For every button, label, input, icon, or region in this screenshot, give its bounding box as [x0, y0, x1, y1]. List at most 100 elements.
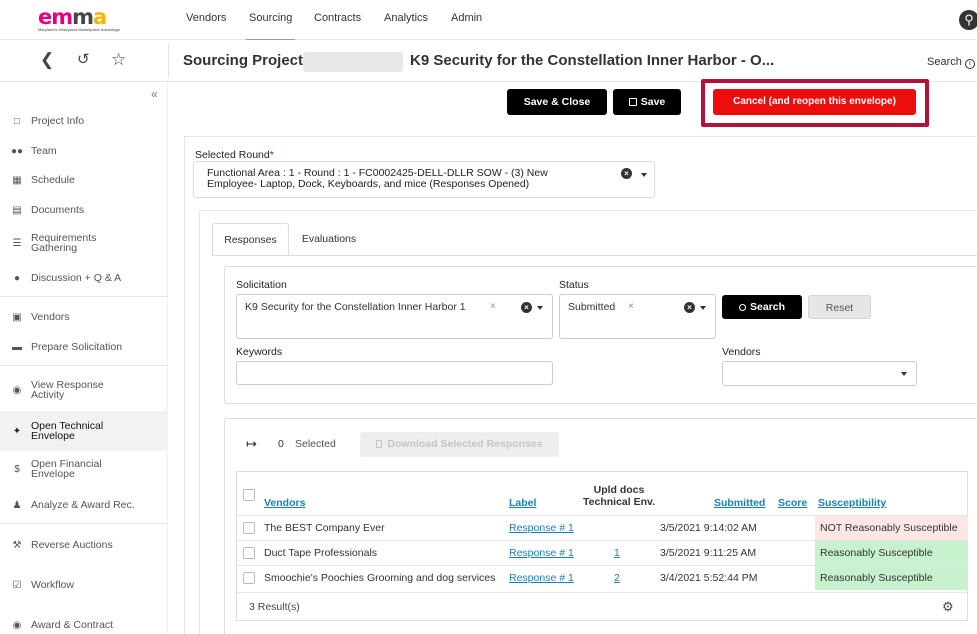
checkbox-icon: ☑ [12, 579, 22, 591]
clear-icon[interactable]: × [621, 168, 632, 179]
nav-contracts[interactable]: Contracts [314, 12, 361, 24]
document-icon: ▤ [12, 204, 22, 216]
logo-subtitle: Maryland's eMaryland Marketplace Advanta… [38, 27, 120, 32]
save-close-button[interactable]: Save & Close [507, 89, 607, 115]
sidebar-item-workflow[interactable]: ☑ Workflow [0, 576, 168, 594]
info-icon: i [964, 59, 975, 69]
sidebar-item-vendors[interactable]: ▣ Vendors [0, 308, 168, 326]
sidebar-item-open-financial-envelope[interactable]: $ Open Financial Envelope [0, 456, 168, 482]
search-link[interactable]: Search i [927, 56, 975, 69]
keywords-label: Keywords [236, 346, 283, 358]
sidebar-item-discussion[interactable]: ● Discussion + Q & A [0, 269, 168, 287]
sidebar-item-label: Project Info [31, 115, 85, 127]
col-score[interactable]: Score [778, 497, 807, 509]
response-link[interactable]: Response # 1 [509, 522, 574, 534]
submitted-date: 3/5/2021 9:14:02 AM [660, 522, 757, 534]
tab-underline [212, 255, 977, 256]
history-icon[interactable]: ↺ [77, 50, 90, 70]
table-row[interactable]: The BEST Company Ever Response # 1 3/5/2… [237, 515, 968, 540]
table-row[interactable]: Smoochie's Poochies Grooming and dog ser… [237, 565, 968, 590]
row-checkbox[interactable] [243, 522, 255, 534]
col-vendors[interactable]: Vendors [264, 497, 305, 509]
chevron-down-icon[interactable] [901, 372, 907, 376]
sidebar-item-schedule[interactable]: ▦ Schedule [0, 171, 168, 189]
team-icon: ●● [11, 145, 24, 157]
sidebar-item-team[interactable]: ●● Team [0, 142, 168, 160]
sidebar-item-label: Prepare Solicitation [31, 341, 123, 353]
divider [168, 44, 169, 78]
chevron-down-icon[interactable] [700, 306, 706, 310]
sidebar-item-documents[interactable]: ▤ Documents [0, 201, 168, 219]
vendor-name: Duct Tape Professionals [264, 547, 378, 559]
download-selected-button[interactable]: Download Selected Responses [360, 432, 559, 457]
accessibility-icon[interactable]: ⚲ [959, 10, 977, 30]
select-arrow-icon[interactable]: ↦ [246, 436, 257, 452]
binoculars-icon: ◉ [12, 384, 22, 396]
sidebar-item-label: Schedule [31, 174, 75, 186]
solicitation-select[interactable]: K9 Security for the Constellation Inner … [236, 294, 553, 339]
response-link[interactable]: Response # 1 [509, 572, 574, 584]
sidebar-item-label: Open Technical Envelope [31, 420, 104, 442]
search-icon [738, 304, 746, 311]
sidebar-item-prepare-solicitation[interactable]: ▬ Prepare Solicitation [0, 338, 168, 356]
response-link[interactable]: Response # 1 [509, 547, 574, 559]
clear-icon[interactable]: × [521, 302, 532, 313]
submitted-date: 3/4/2021 5:52:44 PM [660, 572, 758, 584]
docs-link[interactable]: 2 [614, 572, 620, 584]
back-arrow-icon[interactable]: ❮ [40, 50, 54, 70]
col-susceptibility[interactable]: Susceptibility [818, 497, 886, 509]
row-checkbox[interactable] [243, 547, 255, 559]
star-icon[interactable]: ☆ [111, 50, 126, 70]
chevron-down-icon[interactable] [537, 306, 543, 310]
sidebar-item-label: Analyze & Award Rec. [31, 499, 135, 511]
collapse-sidebar-icon[interactable]: « [151, 87, 158, 101]
selected-round-value: Functional Area : 1 - Round : 1 - FC0002… [207, 167, 548, 190]
status-select[interactable]: Submitted × × [559, 294, 716, 339]
selected-label: Selected [295, 438, 336, 450]
nav-analytics[interactable]: Analytics [384, 12, 428, 24]
status-chip: Submitted [568, 301, 616, 313]
keywords-input[interactable] [236, 361, 553, 385]
sidebar-item-view-response-activity[interactable]: ◉ View Response Activity [0, 377, 168, 403]
emma-logo[interactable]: emma Maryland's eMaryland Marketplace Ad… [38, 7, 124, 33]
nav-sourcing[interactable]: Sourcing [245, 12, 296, 40]
sidebar-item-project-info[interactable]: □ Project Info [0, 112, 168, 130]
remove-chip-icon[interactable]: × [628, 301, 634, 312]
row-checkbox[interactable] [243, 572, 255, 584]
search-button[interactable]: Search [722, 295, 802, 319]
nav-admin[interactable]: Admin [451, 12, 482, 24]
tab-responses[interactable]: Responses [212, 223, 289, 256]
sidebar-item-award-contract[interactable]: ◉ Award & Contract [0, 616, 168, 634]
table-row[interactable]: Duct Tape Professionals Response # 1 1 3… [237, 540, 968, 565]
nav-vendors[interactable]: Vendors [186, 12, 226, 24]
sidebar-item-label: Discussion + Q & A [31, 272, 122, 284]
sidebar-item-analyze-award[interactable]: ♟ Analyze & Award Rec. [0, 496, 168, 514]
selected-round-select[interactable]: Functional Area : 1 - Round : 1 - FC0002… [193, 161, 655, 198]
sidebar-item-requirements-gathering[interactable]: ☰ Requirements Gathering [0, 230, 168, 256]
chevron-down-icon[interactable] [641, 173, 647, 177]
sidebar-divider [0, 296, 168, 297]
gear-icon[interactable]: ⚙ [942, 599, 954, 615]
sidebar-item-reverse-auctions[interactable]: ⚒ Reverse Auctions [0, 536, 168, 554]
col-label[interactable]: Label [509, 497, 536, 509]
docs-link[interactable]: 1 [614, 547, 620, 559]
reset-button[interactable]: Reset [808, 295, 871, 319]
wrench-icon: ✦ [12, 425, 22, 437]
vendors-select[interactable] [722, 361, 917, 386]
col-submitted[interactable]: Submitted [714, 497, 765, 509]
select-all-checkbox[interactable] [243, 489, 255, 501]
redacted-project-id [303, 52, 403, 72]
sidebar-item-open-technical-envelope[interactable]: ✦ Open Technical Envelope [0, 411, 168, 451]
file-icon [376, 440, 383, 448]
selected-round-label: Selected Round* [195, 149, 274, 161]
col-upld-docs: Upld docs Technical Env. [583, 484, 655, 508]
sidebar: « □ Project Info ●● Team ▦ Schedule ▤ Do… [0, 82, 168, 634]
selected-count: 0 [278, 438, 284, 450]
clear-icon[interactable]: × [684, 302, 695, 313]
save-button[interactable]: Save [613, 89, 681, 115]
remove-chip-icon[interactable]: × [490, 301, 496, 312]
susceptibility-badge: Reasonably Susceptible [815, 566, 968, 590]
susceptibility-badge: Reasonably Susceptible [815, 541, 968, 565]
tab-evaluations[interactable]: Evaluations [292, 223, 366, 256]
sidebar-item-label: Team [31, 145, 57, 157]
